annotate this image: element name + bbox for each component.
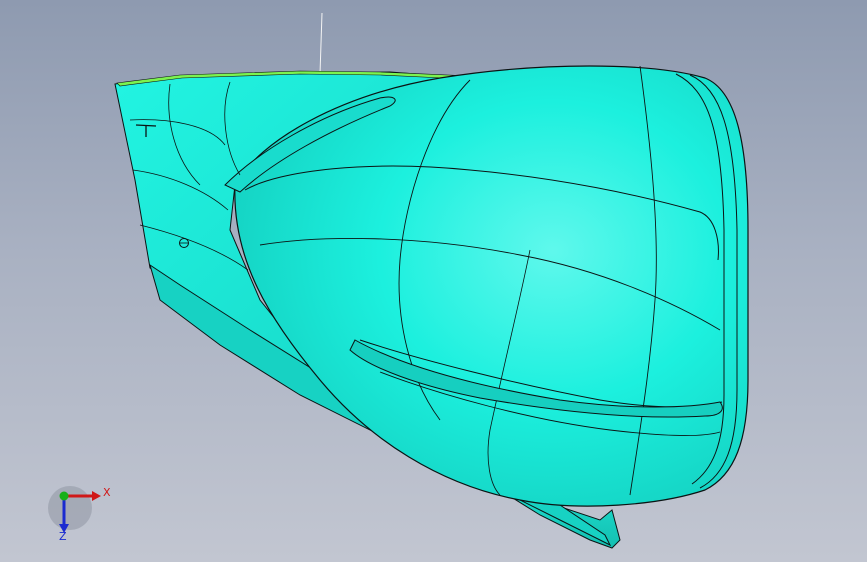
coordinate-triad: X Z [40, 478, 120, 548]
z-axis-label: Z [59, 530, 67, 543]
y-axis-dot-icon [59, 491, 69, 501]
x-axis-arrowhead-icon [92, 491, 101, 501]
x-axis-label: X [103, 486, 111, 499]
3d-viewport[interactable]: X Z [0, 0, 867, 562]
triad-origin-shadow [48, 486, 92, 530]
reference-line [319, 12, 323, 75]
cad-hull-model[interactable] [0, 0, 867, 562]
